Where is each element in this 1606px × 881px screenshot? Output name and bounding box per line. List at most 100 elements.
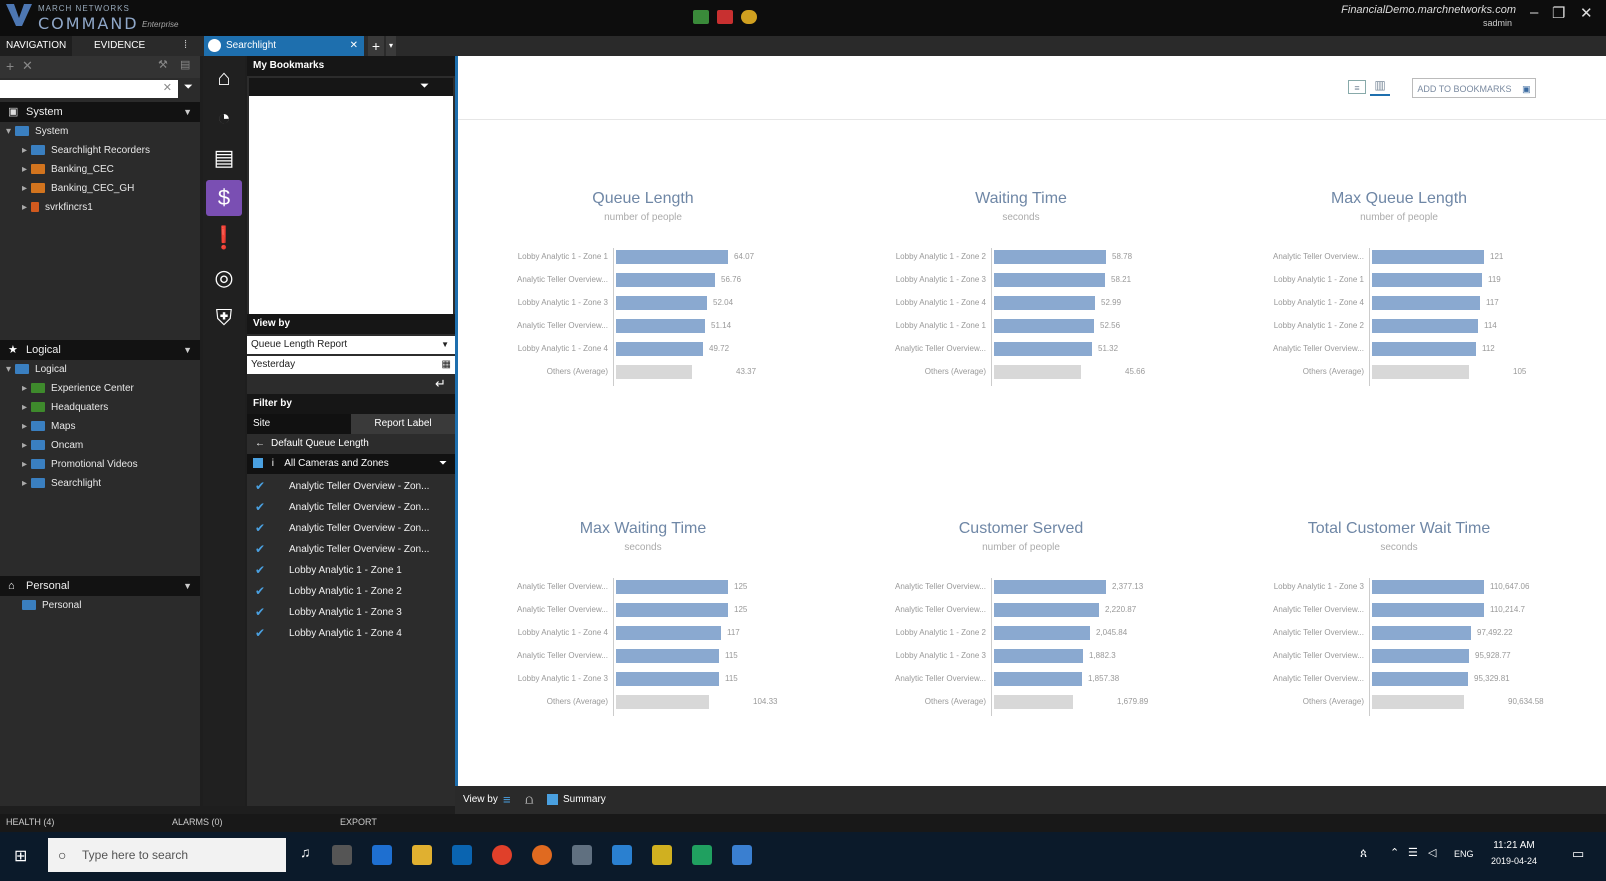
bookmarks-list[interactable] <box>249 96 453 314</box>
tree-item-svrkfincrs1[interactable]: ▸ svrkfincrs1 <box>0 198 200 217</box>
nav-search-input[interactable]: ✕ <box>0 80 178 98</box>
summary-checkbox[interactable] <box>547 794 558 805</box>
data-bar[interactable] <box>994 273 1105 287</box>
volume-icon[interactable]: ◁ <box>1428 846 1436 859</box>
app-icon[interactable] <box>692 845 712 865</box>
average-bar[interactable] <box>616 695 709 709</box>
data-bar[interactable] <box>616 250 728 264</box>
data-bar[interactable] <box>616 603 728 617</box>
security-button[interactable]: ⛨ <box>206 300 242 336</box>
data-bar[interactable] <box>616 273 715 287</box>
table-view-icon[interactable]: ≡ <box>1348 80 1366 94</box>
health-tab[interactable]: HEALTH (4) <box>6 817 54 827</box>
data-bar[interactable] <box>994 250 1106 264</box>
data-bar[interactable] <box>994 342 1092 356</box>
language-indicator[interactable]: ENG <box>1454 849 1474 859</box>
data-bar[interactable] <box>1372 626 1471 640</box>
data-bar[interactable] <box>1372 342 1476 356</box>
apply-icon[interactable]: ↵ <box>435 376 446 392</box>
camera-item[interactable]: ✔ Analytic Teller Overview - Zon... <box>247 497 455 518</box>
chevron-down-icon[interactable]: ▼ <box>183 340 192 360</box>
tab-searchlight[interactable]: Searchlight ✕ <box>204 36 364 56</box>
status-icons[interactable] <box>693 8 763 28</box>
tree-item-personal[interactable]: Personal <box>0 596 200 615</box>
minimize-icon[interactable]: – <box>1530 4 1538 21</box>
command-client-icon[interactable] <box>732 845 752 865</box>
personal-header[interactable]: ⌂ Personal ▼ <box>0 576 200 596</box>
data-bar[interactable] <box>994 672 1082 686</box>
tree-item-searchlight[interactable]: ▸ Searchlight <box>0 474 200 493</box>
close-icon[interactable]: ✕ <box>1580 4 1593 22</box>
add-to-bookmarks-button[interactable]: ADD TO BOOKMARKS ▣ <box>1412 78 1536 98</box>
reports-button[interactable]: ▤ <box>206 140 242 176</box>
plugin-icon[interactable] <box>652 845 672 865</box>
camera-item[interactable]: ✔ Lobby Analytic 1 - Zone 4 <box>247 623 455 644</box>
logical-header[interactable]: ★ Logical ▼ <box>0 340 200 360</box>
data-bar[interactable] <box>994 296 1095 310</box>
tree-item-system[interactable]: ▾ System <box>0 122 200 141</box>
data-bar[interactable] <box>616 342 703 356</box>
new-tab-button[interactable]: + <box>368 36 384 56</box>
average-bar[interactable] <box>1372 365 1469 379</box>
tree-item-headquaters[interactable]: ▸ Headquaters <box>0 398 200 417</box>
calendar-icon[interactable]: ▦ <box>442 356 451 374</box>
user-status-icon[interactable] <box>741 10 757 24</box>
chart-view-icon[interactable]: ▥ <box>1370 78 1390 96</box>
searchlight-button[interactable]: $ <box>206 180 242 216</box>
people-icon[interactable]: ጰ <box>1360 846 1367 861</box>
average-bar[interactable] <box>994 695 1073 709</box>
data-bar[interactable] <box>1372 580 1484 594</box>
tree-item-logical[interactable]: ▾ Logical <box>0 360 200 379</box>
collapse-icon[interactable]: ▤ <box>180 58 190 71</box>
tray-chevron-icon[interactable]: ⌃ <box>1390 846 1399 859</box>
recorder-status-icon[interactable] <box>693 10 709 24</box>
bell-curve-icon[interactable]: ⩍ <box>525 792 533 808</box>
user-name[interactable]: sadmin <box>1483 18 1512 28</box>
tree-item-experience-center[interactable]: ▸ Experience Center <box>0 379 200 398</box>
outlook-icon[interactable] <box>452 845 472 865</box>
all-cameras-row[interactable]: i All Cameras and Zones ⏷ <box>247 454 455 474</box>
data-bar[interactable] <box>616 580 728 594</box>
remove-icon[interactable]: ✕ <box>22 58 33 74</box>
camera-item[interactable]: ✔ Lobby Analytic 1 - Zone 1 <box>247 560 455 581</box>
edge-icon[interactable] <box>372 845 392 865</box>
task-view-icon[interactable] <box>332 845 352 865</box>
export-tab[interactable]: EXPORT <box>340 817 377 827</box>
camera-item[interactable]: ✔ Lobby Analytic 1 - Zone 2 <box>247 581 455 602</box>
network-icon[interactable]: ☰ <box>1408 846 1418 859</box>
close-tab-icon[interactable]: ✕ <box>350 36 358 56</box>
tab-evidence[interactable]: EVIDENCE <box>88 36 151 56</box>
checkbox-icon[interactable] <box>253 458 263 469</box>
tree-item-banking-cec[interactable]: ▸ Banking_CEC <box>0 160 200 179</box>
add-icon[interactable]: + <box>6 58 14 74</box>
data-bar[interactable] <box>1372 296 1480 310</box>
period-field[interactable]: Yesterday ▦ <box>247 356 455 374</box>
notifications-icon[interactable]: ▭ <box>1572 846 1584 862</box>
data-bar[interactable] <box>1372 250 1484 264</box>
dashboard-button[interactable]: ◔ <box>206 100 242 136</box>
system-header[interactable]: ▣ System ▼ <box>0 102 200 122</box>
home-button[interactable]: ⌂ <box>206 60 242 96</box>
data-bar[interactable] <box>616 319 705 333</box>
tree-item-maps[interactable]: ▸ Maps <box>0 417 200 436</box>
alarm-status-icon[interactable] <box>717 10 733 24</box>
file-explorer-icon[interactable] <box>412 845 432 865</box>
alerts-button[interactable]: ❗ <box>206 220 242 256</box>
windows-start-icon[interactable]: ⊞ <box>14 846 27 866</box>
data-bar[interactable] <box>994 603 1099 617</box>
paint-icon[interactable] <box>572 845 592 865</box>
internet-explorer-icon[interactable] <box>612 845 632 865</box>
restore-icon[interactable]: ❐ <box>1552 4 1565 22</box>
filter-icon[interactable]: ⏷ <box>184 81 193 94</box>
firefox-icon[interactable] <box>532 845 552 865</box>
average-bar[interactable] <box>994 365 1081 379</box>
tree-item-oncam[interactable]: ▸ Oncam <box>0 436 200 455</box>
tab-navigation[interactable]: NAVIGATION <box>0 36 73 56</box>
data-bar[interactable] <box>994 319 1094 333</box>
tree-item-banking-cec-gh[interactable]: ▸ Banking_CEC_GH <box>0 179 200 198</box>
clear-icon[interactable]: ✕ <box>163 81 172 94</box>
target-button[interactable]: ◎ <box>206 260 242 296</box>
tree-item-searchlight-recorders[interactable]: ▸ Searchlight Recorders <box>0 141 200 160</box>
data-bar[interactable] <box>616 626 721 640</box>
tree-item-promotional-videos[interactable]: ▸ Promotional Videos <box>0 455 200 474</box>
